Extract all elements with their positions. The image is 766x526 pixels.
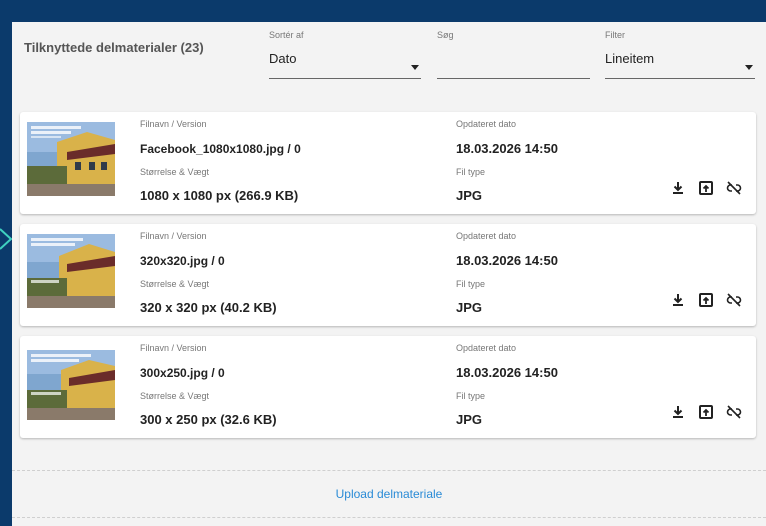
filetype-label: Fil type [456,167,486,177]
card-actions [670,180,742,196]
updated-value: 18.03.2026 14:50 [456,365,558,380]
material-thumbnail [27,234,115,308]
filename-value: 320x320.jpg / 0 [140,254,225,268]
size-label: Størrelse & Vægt [140,391,210,401]
unlink-icon[interactable] [726,180,742,196]
filetype-label: Fil type [456,391,486,401]
download-icon[interactable] [670,404,686,420]
size-value: 300 x 250 px (32.6 KB) [140,412,277,427]
filter-select[interactable]: Filter Lineitem [605,30,755,79]
material-thumbnail [27,122,115,196]
filter-value[interactable]: Lineitem [605,51,755,67]
filename-value: 300x250.jpg / 0 [140,366,225,380]
panel-title: Tilknyttede delmaterialer (23) [24,40,204,55]
filter-underline [605,78,755,79]
dropdown-arrow-icon[interactable] [411,65,419,70]
filetype-label: Fil type [456,279,486,289]
updated-value: 18.03.2026 14:50 [456,141,558,156]
updated-label: Opdateret dato [456,119,517,129]
unlink-icon[interactable] [726,292,742,308]
card-actions [670,292,742,308]
unlink-icon[interactable] [726,404,742,420]
search-label: Søg [437,30,454,40]
filter-label: Filter [605,30,625,40]
updated-value: 18.03.2026 14:50 [456,253,558,268]
filename-label: Filnavn / Version [140,119,207,129]
open-in-new-icon[interactable] [698,180,714,196]
search-underline [437,78,590,79]
open-in-new-icon[interactable] [698,404,714,420]
card-actions [670,404,742,420]
sort-label: Sortér af [269,30,304,40]
material-card: Filnavn / Version 300x250.jpg / 0 Større… [20,336,756,438]
filename-label: Filnavn / Version [140,231,207,241]
top-bar [0,0,766,8]
filetype-value: JPG [456,300,483,315]
search-field[interactable]: Søg [437,30,590,79]
material-thumbnail [27,350,115,420]
open-in-new-icon[interactable] [698,292,714,308]
updated-label: Opdateret dato [456,231,517,241]
upload-material-button[interactable]: Upload delmateriale [12,470,766,518]
sort-underline [269,78,421,79]
attached-materials-panel: Tilknyttede delmaterialer (23) Sortér af… [12,22,766,526]
dropdown-arrow-icon[interactable] [745,65,753,70]
updated-label: Opdateret dato [456,343,517,353]
size-value: 320 x 320 px (40.2 KB) [140,300,277,315]
filename-value: Facebook_1080x1080.jpg / 0 [140,142,301,156]
size-value: 1080 x 1080 px (266.9 KB) [140,188,299,203]
filetype-value: JPG [456,188,483,203]
size-label: Størrelse & Vægt [140,279,210,289]
material-card: Filnavn / Version Facebook_1080x1080.jpg… [20,112,756,214]
download-icon[interactable] [670,292,686,308]
download-icon[interactable] [670,180,686,196]
filename-label: Filnavn / Version [140,343,207,353]
sort-value[interactable]: Dato [269,51,421,67]
sort-select[interactable]: Sortér af Dato [269,30,421,79]
material-card: Filnavn / Version 320x320.jpg / 0 Større… [20,224,756,326]
size-label: Størrelse & Vægt [140,167,210,177]
filetype-value: JPG [456,412,483,427]
search-input[interactable] [437,51,590,67]
